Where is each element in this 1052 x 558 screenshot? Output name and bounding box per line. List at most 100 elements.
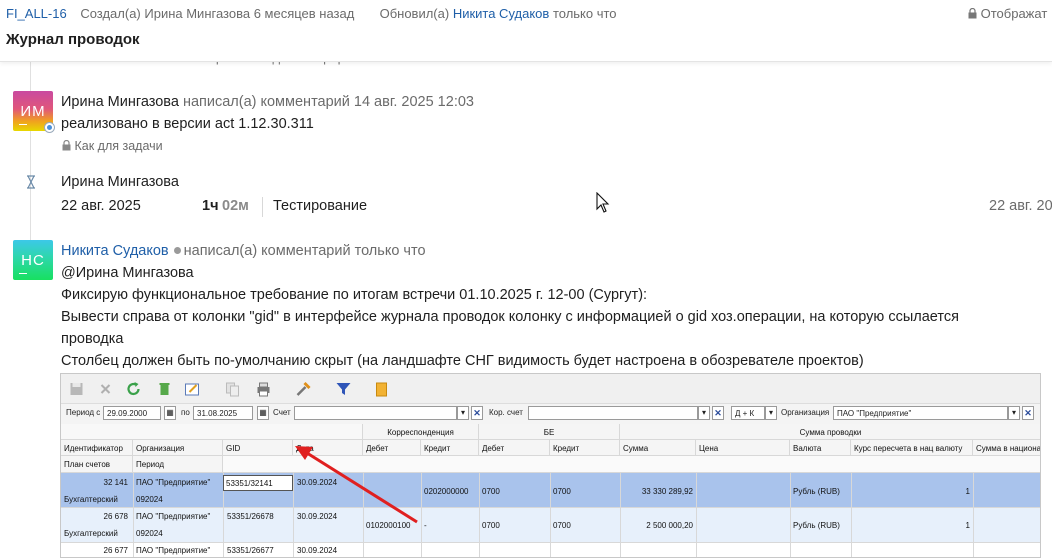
calendar-icon[interactable]: ▦ bbox=[257, 406, 269, 420]
cell-be-credit: 0700 bbox=[553, 487, 571, 496]
chevron-down-icon[interactable]: ▾ bbox=[457, 406, 469, 420]
cell-gid: 53351/26678 bbox=[227, 512, 274, 521]
hourglass-icon bbox=[27, 175, 35, 189]
column-header[interactable]: Идентификатор bbox=[61, 440, 133, 456]
visibility-control[interactable]: Отображат bbox=[968, 6, 1047, 21]
chevron-down-icon[interactable]: ▾ bbox=[765, 406, 777, 420]
issue-key-link[interactable]: FI_ALL-16 bbox=[6, 6, 67, 21]
cell-credit: - bbox=[424, 521, 427, 530]
column-header[interactable]: Сумма bbox=[620, 440, 696, 456]
column-header[interactable]: План счетов bbox=[61, 456, 133, 473]
close-icon bbox=[100, 384, 111, 394]
cell-id: 26 678 bbox=[103, 512, 128, 521]
cell-debit: 0102000100 bbox=[366, 521, 411, 530]
cell-date: 30.09.2024 bbox=[297, 546, 338, 555]
avatar-initials: НС bbox=[21, 251, 45, 269]
cell-rate: 1 bbox=[965, 521, 970, 530]
updated-suffix: только что bbox=[552, 6, 617, 21]
clear-icon[interactable]: ✕ bbox=[471, 406, 483, 420]
column-header[interactable]: Кредит bbox=[550, 440, 620, 456]
comment-header: Никита Судаков написал(а) комментарий тол… bbox=[61, 243, 426, 259]
save-icon bbox=[70, 383, 83, 395]
period-to-input[interactable]: 31.08.2025 bbox=[193, 406, 253, 420]
cell-gid-focused[interactable]: 53351/32141 bbox=[223, 475, 293, 491]
worklog-date-right: 22 авг. 20 bbox=[989, 198, 1052, 214]
account-label: Счет bbox=[273, 408, 291, 417]
comment-author[interactable]: Ирина Мингазова bbox=[61, 94, 179, 110]
edit-icon bbox=[185, 383, 199, 396]
comment-line: Вывести справа от колонки "gid" в интерф… bbox=[61, 309, 959, 325]
attached-screenshot[interactable]: Период с 29.09.2000 ▦ по 31.08.2025 ▦ Сч… bbox=[60, 373, 1041, 558]
tools-icon bbox=[296, 381, 311, 396]
chevron-down-icon[interactable]: ▾ bbox=[1008, 406, 1020, 420]
cell-currency: Рубль (RUB) bbox=[793, 521, 840, 530]
corr-account-label: Кор. счет bbox=[489, 408, 523, 417]
corr-account-input[interactable] bbox=[528, 406, 698, 420]
column-header[interactable]: Цена bbox=[696, 440, 790, 456]
avatar[interactable]: ИМ bbox=[13, 91, 55, 133]
column-header[interactable]: Курс пересчета в нац валюту bbox=[851, 440, 973, 456]
cell-amount: 33 330 289,92 bbox=[641, 487, 693, 496]
mention-line: @Ирина Мингазова bbox=[61, 265, 194, 281]
column-header[interactable]: Организация bbox=[133, 440, 223, 456]
cell-org: ПАО "Предприятие" bbox=[136, 512, 211, 521]
lock-icon bbox=[968, 7, 977, 19]
updated-user-link[interactable]: Никита Судаков bbox=[453, 6, 550, 21]
worklog-date: 22 авг. 2025 bbox=[61, 198, 141, 214]
period-from-input[interactable]: 29.09.2000 bbox=[103, 406, 161, 420]
comment-action: написал(а) комментарий только что bbox=[183, 243, 426, 259]
avatar-initials: ИМ bbox=[20, 102, 46, 120]
issue-meta-row: FI_ALL-16 Создал(а) Ирина Мингазова 6 ме… bbox=[6, 6, 617, 21]
org-select[interactable]: ПАО "Предприятие" bbox=[833, 406, 1008, 420]
comment-body: реализовано в версии act 1.12.30.311 bbox=[61, 116, 314, 132]
group-header bbox=[61, 424, 363, 440]
sub-header-filler bbox=[223, 456, 1040, 473]
clear-icon[interactable]: ✕ bbox=[1022, 406, 1034, 420]
visibility-label: Отображат bbox=[980, 6, 1048, 21]
worklog-minutes: 02м bbox=[222, 198, 249, 214]
delete-icon bbox=[159, 383, 170, 395]
comment-line: Фиксирую функциональное требование по ит… bbox=[61, 287, 648, 303]
cell-plan: Бухгалтерский bbox=[64, 529, 118, 538]
period-from-label: Период с bbox=[66, 408, 101, 417]
cell-date: 30.09.2024 bbox=[297, 512, 338, 521]
row-divider bbox=[61, 507, 1040, 508]
column-header[interactable]: GID bbox=[223, 440, 293, 456]
cell-period: 092024 bbox=[136, 495, 163, 504]
avatar[interactable]: НС bbox=[13, 240, 53, 280]
cell-org: ПАО "Предприятие" bbox=[136, 546, 211, 555]
visibility-text: Как для задачи bbox=[74, 139, 163, 153]
column-header[interactable]: Валюта bbox=[790, 440, 851, 456]
updated-prefix: Обновил(а) bbox=[379, 6, 450, 21]
worklog-author[interactable]: Ирина Мингазова bbox=[61, 174, 179, 190]
calendar-icon[interactable]: ▦ bbox=[164, 406, 176, 420]
comment-visibility[interactable]: Как для задачи bbox=[62, 139, 163, 153]
cell-id: 26 677 bbox=[103, 546, 128, 555]
column-header[interactable]: Период bbox=[133, 456, 223, 473]
column-header[interactable]: Кредит bbox=[421, 440, 479, 456]
comment-header: Ирина Мингазова написал(а) комментарий 1… bbox=[61, 94, 474, 110]
cell-rate: 1 bbox=[965, 487, 970, 496]
cell-be-debit: 0700 bbox=[482, 521, 500, 530]
column-header[interactable]: Дебет bbox=[479, 440, 550, 456]
cell-id: 32 141 bbox=[103, 478, 128, 487]
column-header[interactable]: Дата bbox=[293, 440, 363, 456]
status-dot bbox=[173, 247, 181, 254]
cell-credit: 0202000000 bbox=[424, 487, 469, 496]
column-header[interactable]: Сумма в национа bbox=[973, 440, 1040, 456]
divider bbox=[262, 197, 263, 217]
chevron-down-icon[interactable]: ▾ bbox=[698, 406, 710, 420]
debit-credit-select[interactable]: Д + К bbox=[731, 406, 765, 420]
clear-icon[interactable]: ✕ bbox=[712, 406, 724, 420]
comment-line: проводка bbox=[61, 331, 124, 347]
account-input[interactable] bbox=[294, 406, 457, 420]
comment-line: Столбец должен быть по-умолчанию скрыт (… bbox=[61, 353, 864, 369]
worklog-activity: Тестирование bbox=[273, 198, 368, 214]
column-header[interactable]: Дебет bbox=[363, 440, 421, 456]
export-icon bbox=[376, 382, 387, 397]
postings-grid[interactable]: Корреспонденция БЕ Сумма проводки Иденти… bbox=[61, 424, 1040, 557]
cell-gid: 53351/26677 bbox=[227, 546, 274, 555]
comment-author[interactable]: Никита Судаков bbox=[61, 243, 169, 259]
app-toolbar bbox=[61, 374, 1040, 404]
cell-be-debit: 0700 bbox=[482, 487, 500, 496]
